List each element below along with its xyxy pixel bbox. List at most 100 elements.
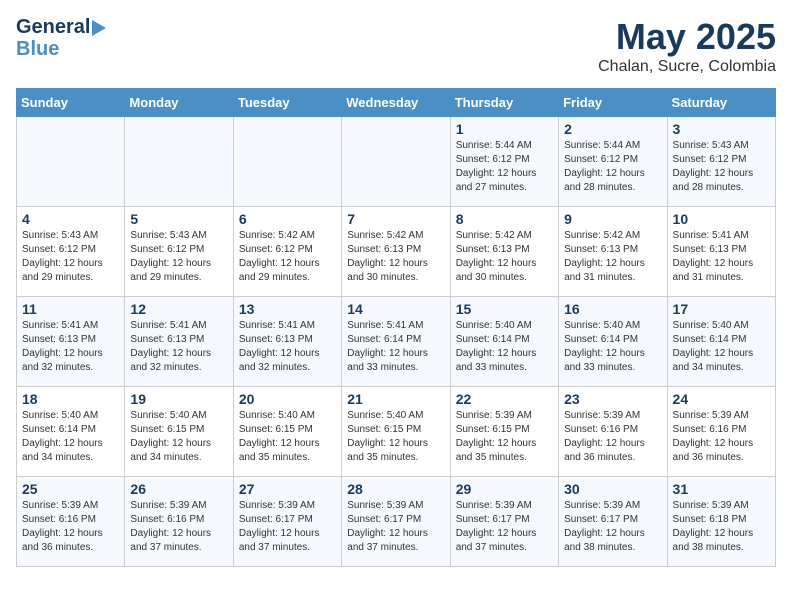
calendar-cell: 15 Sunrise: 5:40 AM Sunset: 6:14 PM Dayli… <box>450 297 558 387</box>
weekday-header-tuesday: Tuesday <box>233 89 341 117</box>
week-row-3: 11 Sunrise: 5:41 AM Sunset: 6:13 PM Dayli… <box>17 297 776 387</box>
calendar-subtitle: Chalan, Sucre, Colombia <box>598 58 776 76</box>
day-info: Sunrise: 5:40 AM Sunset: 6:14 PM Dayligh… <box>456 319 553 375</box>
week-row-5: 25 Sunrise: 5:39 AM Sunset: 6:16 PM Dayli… <box>17 477 776 567</box>
day-number: 15 <box>456 301 553 317</box>
day-number: 25 <box>22 481 119 497</box>
calendar-cell: 28 Sunrise: 5:39 AM Sunset: 6:17 PM Dayli… <box>342 477 450 567</box>
day-number: 5 <box>130 211 227 227</box>
day-info: Sunrise: 5:43 AM Sunset: 6:12 PM Dayligh… <box>130 229 227 285</box>
day-number: 18 <box>22 391 119 407</box>
day-info: Sunrise: 5:40 AM Sunset: 6:14 PM Dayligh… <box>22 409 119 465</box>
calendar-cell: 5 Sunrise: 5:43 AM Sunset: 6:12 PM Daylig… <box>125 207 233 297</box>
day-info: Sunrise: 5:44 AM Sunset: 6:12 PM Dayligh… <box>456 139 553 195</box>
day-info: Sunrise: 5:43 AM Sunset: 6:12 PM Dayligh… <box>673 139 770 195</box>
day-info: Sunrise: 5:40 AM Sunset: 6:15 PM Dayligh… <box>347 409 444 465</box>
day-number: 2 <box>564 121 661 137</box>
day-number: 26 <box>130 481 227 497</box>
calendar-table: SundayMondayTuesdayWednesdayThursdayFrid… <box>16 88 776 567</box>
day-number: 12 <box>130 301 227 317</box>
day-info: Sunrise: 5:40 AM Sunset: 6:14 PM Dayligh… <box>673 319 770 375</box>
day-number: 28 <box>347 481 444 497</box>
calendar-cell: 24 Sunrise: 5:39 AM Sunset: 6:16 PM Dayli… <box>667 387 775 477</box>
day-info: Sunrise: 5:39 AM Sunset: 6:17 PM Dayligh… <box>239 499 336 555</box>
weekday-header-wednesday: Wednesday <box>342 89 450 117</box>
calendar-cell: 23 Sunrise: 5:39 AM Sunset: 6:16 PM Dayli… <box>559 387 667 477</box>
day-number: 22 <box>456 391 553 407</box>
day-info: Sunrise: 5:41 AM Sunset: 6:13 PM Dayligh… <box>673 229 770 285</box>
day-number: 21 <box>347 391 444 407</box>
day-number: 11 <box>22 301 119 317</box>
day-number: 3 <box>673 121 770 137</box>
calendar-cell: 21 Sunrise: 5:40 AM Sunset: 6:15 PM Dayli… <box>342 387 450 477</box>
logo: General Blue <box>16 16 106 60</box>
calendar-cell: 20 Sunrise: 5:40 AM Sunset: 6:15 PM Dayli… <box>233 387 341 477</box>
day-info: Sunrise: 5:41 AM Sunset: 6:13 PM Dayligh… <box>239 319 336 375</box>
day-info: Sunrise: 5:41 AM Sunset: 6:13 PM Dayligh… <box>22 319 119 375</box>
calendar-cell: 27 Sunrise: 5:39 AM Sunset: 6:17 PM Dayli… <box>233 477 341 567</box>
calendar-cell: 12Sunrise: 5:41 AM Sunset: 6:13 PM Dayli… <box>125 297 233 387</box>
day-info: Sunrise: 5:39 AM Sunset: 6:17 PM Dayligh… <box>564 499 661 555</box>
weekday-header-monday: Monday <box>125 89 233 117</box>
day-number: 30 <box>564 481 661 497</box>
calendar-cell: 2Sunrise: 5:44 AM Sunset: 6:12 PM Daylig… <box>559 117 667 207</box>
calendar-cell: 19Sunrise: 5:40 AM Sunset: 6:15 PM Dayli… <box>125 387 233 477</box>
day-info: Sunrise: 5:39 AM Sunset: 6:15 PM Dayligh… <box>456 409 553 465</box>
day-info: Sunrise: 5:39 AM Sunset: 6:16 PM Dayligh… <box>673 409 770 465</box>
day-info: Sunrise: 5:40 AM Sunset: 6:15 PM Dayligh… <box>130 409 227 465</box>
calendar-cell <box>17 117 125 207</box>
logo-text: General Blue <box>16 16 106 60</box>
day-info: Sunrise: 5:39 AM Sunset: 6:16 PM Dayligh… <box>130 499 227 555</box>
weekday-header-sunday: Sunday <box>17 89 125 117</box>
calendar-cell: 14Sunrise: 5:41 AM Sunset: 6:14 PM Dayli… <box>342 297 450 387</box>
day-number: 16 <box>564 301 661 317</box>
day-info: Sunrise: 5:39 AM Sunset: 6:18 PM Dayligh… <box>673 499 770 555</box>
day-number: 23 <box>564 391 661 407</box>
day-number: 20 <box>239 391 336 407</box>
day-info: Sunrise: 5:42 AM Sunset: 6:13 PM Dayligh… <box>564 229 661 285</box>
calendar-cell: 29Sunrise: 5:39 AM Sunset: 6:17 PM Dayli… <box>450 477 558 567</box>
day-info: Sunrise: 5:42 AM Sunset: 6:12 PM Dayligh… <box>239 229 336 285</box>
weekday-header-row: SundayMondayTuesdayWednesdayThursdayFrid… <box>17 89 776 117</box>
calendar-cell: 30 Sunrise: 5:39 AM Sunset: 6:17 PM Dayli… <box>559 477 667 567</box>
day-number: 7 <box>347 211 444 227</box>
day-info: Sunrise: 5:42 AM Sunset: 6:13 PM Dayligh… <box>456 229 553 285</box>
calendar-cell: 31Sunrise: 5:39 AM Sunset: 6:18 PM Dayli… <box>667 477 775 567</box>
calendar-cell: 6 Sunrise: 5:42 AM Sunset: 6:12 PM Daylig… <box>233 207 341 297</box>
calendar-cell: 25 Sunrise: 5:39 AM Sunset: 6:16 PM Dayli… <box>17 477 125 567</box>
calendar-cell: 11 Sunrise: 5:41 AM Sunset: 6:13 PM Dayli… <box>17 297 125 387</box>
day-number: 1 <box>456 121 553 137</box>
day-number: 6 <box>239 211 336 227</box>
day-info: Sunrise: 5:39 AM Sunset: 6:16 PM Dayligh… <box>564 409 661 465</box>
calendar-cell: 9 Sunrise: 5:42 AM Sunset: 6:13 PM Daylig… <box>559 207 667 297</box>
day-number: 27 <box>239 481 336 497</box>
calendar-cell: 1 Sunrise: 5:44 AM Sunset: 6:12 PM Daylig… <box>450 117 558 207</box>
calendar-cell: 3 Sunrise: 5:43 AM Sunset: 6:12 PM Daylig… <box>667 117 775 207</box>
title-block: May 2025 Chalan, Sucre, Colombia <box>598 16 776 76</box>
week-row-4: 18 Sunrise: 5:40 AM Sunset: 6:14 PM Dayli… <box>17 387 776 477</box>
day-info: Sunrise: 5:39 AM Sunset: 6:17 PM Dayligh… <box>347 499 444 555</box>
day-number: 4 <box>22 211 119 227</box>
day-info: Sunrise: 5:39 AM Sunset: 6:16 PM Dayligh… <box>22 499 119 555</box>
day-number: 29 <box>456 481 553 497</box>
calendar-cell: 16Sunrise: 5:40 AM Sunset: 6:14 PM Dayli… <box>559 297 667 387</box>
day-number: 17 <box>673 301 770 317</box>
calendar-cell: 26 Sunrise: 5:39 AM Sunset: 6:16 PM Dayli… <box>125 477 233 567</box>
page-header: General Blue May 2025 Chalan, Sucre, Col… <box>16 16 776 76</box>
day-number: 13 <box>239 301 336 317</box>
calendar-cell <box>233 117 341 207</box>
day-number: 14 <box>347 301 444 317</box>
week-row-1: 1 Sunrise: 5:44 AM Sunset: 6:12 PM Daylig… <box>17 117 776 207</box>
day-info: Sunrise: 5:40 AM Sunset: 6:15 PM Dayligh… <box>239 409 336 465</box>
calendar-cell: 13 Sunrise: 5:41 AM Sunset: 6:13 PM Dayli… <box>233 297 341 387</box>
day-info: Sunrise: 5:43 AM Sunset: 6:12 PM Dayligh… <box>22 229 119 285</box>
calendar-cell <box>342 117 450 207</box>
week-row-2: 4 Sunrise: 5:43 AM Sunset: 6:12 PM Daylig… <box>17 207 776 297</box>
calendar-cell <box>125 117 233 207</box>
weekday-header-saturday: Saturday <box>667 89 775 117</box>
day-number: 24 <box>673 391 770 407</box>
day-number: 9 <box>564 211 661 227</box>
calendar-cell: 18 Sunrise: 5:40 AM Sunset: 6:14 PM Dayli… <box>17 387 125 477</box>
day-number: 10 <box>673 211 770 227</box>
weekday-header-friday: Friday <box>559 89 667 117</box>
